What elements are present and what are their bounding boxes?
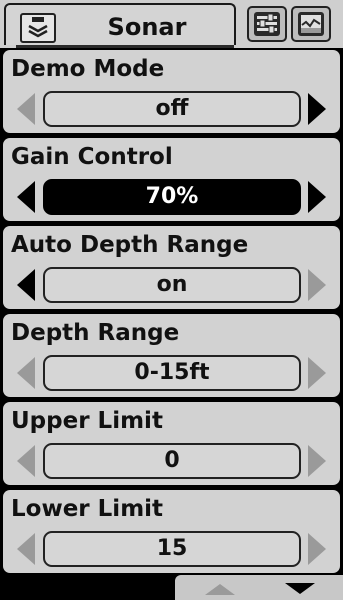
increase-arrow-icon[interactable]: [306, 532, 328, 566]
decrease-arrow-icon[interactable]: [15, 444, 37, 478]
setting-value[interactable]: 0-15ft: [43, 355, 301, 391]
scroll-controls: [175, 575, 343, 600]
increase-arrow-icon[interactable]: [306, 444, 328, 478]
increase-arrow-icon[interactable]: [306, 92, 328, 126]
setting-label: Demo Mode: [11, 56, 165, 82]
decrease-arrow-icon[interactable]: [15, 268, 37, 302]
setting-row-gain-control[interactable]: Gain Control 70%: [3, 138, 340, 221]
setting-label: Auto Depth Range: [11, 232, 249, 258]
setting-label: Upper Limit: [11, 408, 163, 434]
increase-arrow-icon[interactable]: [306, 180, 328, 214]
chart-display-icon: [298, 12, 324, 36]
setting-row-lower-limit[interactable]: Lower Limit 15: [3, 490, 340, 573]
header-bar: Sonar: [0, 0, 343, 48]
decrease-arrow-icon[interactable]: [15, 356, 37, 390]
sonar-icon: [20, 13, 56, 43]
scroll-up-icon[interactable]: [203, 582, 237, 596]
page-title: Sonar: [107, 13, 187, 41]
tab-display[interactable]: [291, 6, 331, 42]
setting-value[interactable]: on: [43, 267, 301, 303]
tab-settings[interactable]: [247, 6, 287, 42]
setting-row-demo-mode[interactable]: Demo Mode off: [3, 50, 340, 133]
setting-value[interactable]: 0: [43, 443, 301, 479]
increase-arrow-icon[interactable]: [306, 356, 328, 390]
setting-value[interactable]: 15: [43, 531, 301, 567]
settings-sliders-icon: [254, 12, 280, 36]
setting-row-depth-range[interactable]: Depth Range 0-15ft: [3, 314, 340, 397]
decrease-arrow-icon[interactable]: [15, 92, 37, 126]
tab-underline: [16, 45, 234, 48]
setting-row-upper-limit[interactable]: Upper Limit 0: [3, 402, 340, 485]
decrease-arrow-icon[interactable]: [15, 532, 37, 566]
setting-value[interactable]: 70%: [43, 179, 301, 215]
sonar-settings-panel: Sonar Demo Mode off Gain Control 70% Aut…: [0, 0, 343, 600]
scroll-down-icon[interactable]: [283, 582, 317, 596]
setting-row-auto-depth-range[interactable]: Auto Depth Range on: [3, 226, 340, 309]
setting-label: Lower Limit: [11, 496, 164, 522]
increase-arrow-icon[interactable]: [306, 268, 328, 302]
setting-label: Depth Range: [11, 320, 180, 346]
setting-value[interactable]: off: [43, 91, 301, 127]
setting-label: Gain Control: [11, 144, 173, 170]
decrease-arrow-icon[interactable]: [15, 180, 37, 214]
tab-sonar[interactable]: Sonar: [4, 3, 236, 48]
